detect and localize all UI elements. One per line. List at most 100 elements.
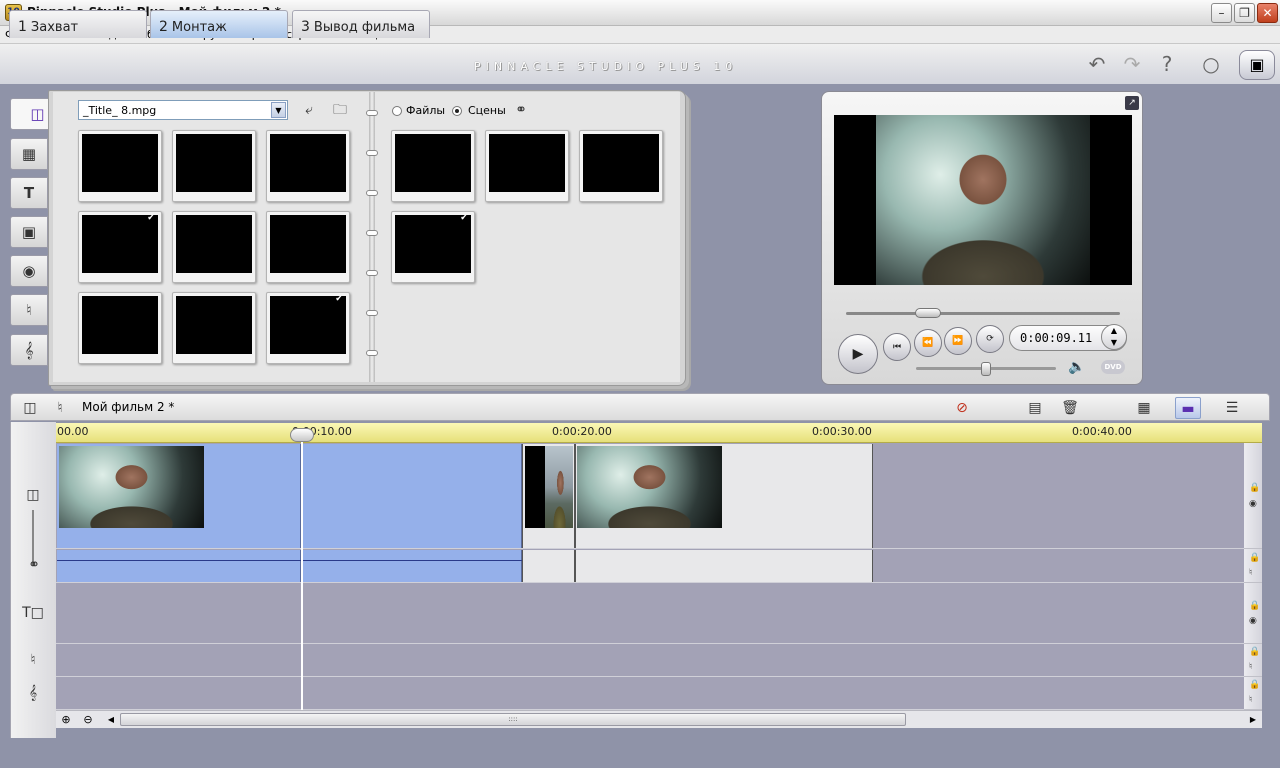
help-icon[interactable]: ? xyxy=(1155,52,1179,76)
fast-forward-icon[interactable]: ⏩ xyxy=(944,327,972,355)
comment-view-icon[interactable]: ⚭ xyxy=(511,101,531,119)
loop-icon[interactable]: ⟳ xyxy=(976,325,1004,353)
scene-thumbnail[interactable] xyxy=(579,130,663,202)
title-track-controls: 🔒 ◉ xyxy=(1244,583,1262,644)
playhead[interactable] xyxy=(301,431,303,710)
scene-thumbnail[interactable] xyxy=(266,211,350,283)
sound-effect-track[interactable] xyxy=(56,644,1244,677)
album-ring xyxy=(366,230,378,236)
timeline-scrollbar[interactable]: :::: xyxy=(120,713,906,726)
scrub-track[interactable] xyxy=(846,312,1120,315)
speaker-icon[interactable]: 🔈 xyxy=(1067,358,1087,376)
title-track[interactable] xyxy=(56,583,1244,644)
scene-thumbnail[interactable]: ✔ xyxy=(266,292,350,364)
disc-menus-icon[interactable]: ◉ xyxy=(10,255,48,287)
scene-thumbnail[interactable] xyxy=(391,130,475,202)
zoom-out-icon[interactable]: ⊖ xyxy=(80,712,96,728)
scrub-handle[interactable] xyxy=(915,308,942,318)
album-ring xyxy=(366,110,378,116)
album-ring xyxy=(366,270,378,276)
radio-files[interactable] xyxy=(392,106,402,116)
video-track-icon[interactable]: ◫ xyxy=(17,397,43,419)
speaker-icon[interactable]: ♮ xyxy=(1249,662,1252,672)
scroll-right-icon[interactable]: ▶ xyxy=(1245,712,1261,728)
scroll-left-icon[interactable]: ◀ xyxy=(103,712,119,728)
thumbnail-image xyxy=(270,215,346,273)
maximize-icon[interactable]: ❐ xyxy=(1234,3,1255,23)
transitions-icon[interactable]: ▦ xyxy=(10,138,48,170)
hint-bulb-icon[interactable]: ○ xyxy=(1199,52,1223,76)
eye-icon[interactable]: ◉ xyxy=(1249,499,1257,509)
preview-screen xyxy=(834,115,1132,285)
thumbnail-image xyxy=(176,215,252,273)
lock-icon[interactable]: 🔒 xyxy=(1249,553,1260,563)
scene-thumbnail[interactable] xyxy=(266,130,350,202)
audio-clip[interactable] xyxy=(575,550,873,582)
audio-volume-line xyxy=(57,560,522,561)
scene-thumbnail[interactable]: ✔ xyxy=(391,211,475,283)
ruler-tick: 0:00:20.00 xyxy=(552,425,612,438)
redo-icon[interactable]: ↷ xyxy=(1120,52,1144,76)
scene-thumbnail[interactable] xyxy=(485,130,569,202)
studio-box-icon[interactable]: ▣ xyxy=(1239,50,1275,80)
audio-volume-icon[interactable]: ⚭ xyxy=(22,556,46,574)
timecode-spinner[interactable]: ▲ ▼ xyxy=(1101,324,1127,350)
close-icon[interactable]: ✕ xyxy=(1257,3,1278,23)
lock-icon[interactable]: 🔒 xyxy=(1249,601,1260,611)
thumbnail-image xyxy=(176,296,252,354)
radio-scenes[interactable] xyxy=(452,106,462,116)
still-images-icon[interactable]: ▣ xyxy=(10,216,48,248)
audio-track-icon[interactable]: ♮ xyxy=(47,397,73,419)
razor-split-icon[interactable]: ⊘ xyxy=(949,397,975,419)
volume-handle[interactable] xyxy=(981,362,991,376)
eye-icon[interactable]: ◉ xyxy=(1249,616,1257,626)
rewind-icon[interactable]: ⏪ xyxy=(914,329,942,357)
fullscreen-icon[interactable]: ↗ xyxy=(1125,96,1139,110)
album-ring xyxy=(366,310,378,316)
scene-thumbnail[interactable] xyxy=(78,292,162,364)
timeline-view-icon[interactable]: ▬ xyxy=(1175,397,1201,419)
clip-thumbnail xyxy=(545,446,573,528)
titles-icon[interactable]: T xyxy=(10,177,48,209)
thumbnail-image xyxy=(176,134,252,192)
tab-capture[interactable]: 1 Захват xyxy=(9,10,147,38)
speaker-icon[interactable]: ♮ xyxy=(1249,695,1252,705)
speaker-icon[interactable]: ♮ xyxy=(1249,568,1252,578)
chevron-down-icon[interactable]: ▼ xyxy=(271,102,286,118)
lock-icon[interactable]: 🔒 xyxy=(1249,647,1260,657)
music-track[interactable] xyxy=(56,677,1244,710)
album-ring xyxy=(366,350,378,356)
trash-icon[interactable]: 🗑 xyxy=(1057,397,1083,419)
lock-icon[interactable]: 🔒 xyxy=(1249,680,1260,690)
storyboard-view-icon[interactable]: ▦ xyxy=(1131,397,1157,419)
album-ring xyxy=(366,150,378,156)
playhead-handle[interactable] xyxy=(290,428,314,442)
folder-up-icon[interactable]: ⤶ xyxy=(299,101,319,119)
scene-thumbnail[interactable] xyxy=(172,130,256,202)
music-icon: 𝄞 xyxy=(28,685,38,701)
tab-make-movie[interactable]: 3 Вывод фильма xyxy=(292,10,430,38)
undo-icon[interactable]: ↶ xyxy=(1085,52,1109,76)
audio-clip[interactable] xyxy=(522,550,575,582)
music-icon[interactable]: 𝄞 xyxy=(10,334,48,366)
play-icon[interactable]: ▶ xyxy=(838,334,878,374)
folder-icon[interactable]: 🗀 xyxy=(330,101,350,119)
scene-thumbnail[interactable]: ✔ xyxy=(78,211,162,283)
scene-thumbnail[interactable] xyxy=(78,130,162,202)
sound-effects-icon[interactable]: ♮ xyxy=(10,294,48,326)
dvd-badge[interactable]: DVD xyxy=(1101,360,1125,374)
tab-edit[interactable]: 2 Монтаж xyxy=(150,10,288,38)
clip-properties-icon[interactable]: ▤ xyxy=(1022,397,1048,419)
text-view-icon[interactable]: ☰ xyxy=(1219,397,1245,419)
minimize-icon[interactable]: – xyxy=(1211,3,1232,23)
go-to-start-icon[interactable]: ⏮ xyxy=(883,333,911,361)
zoom-in-icon[interactable]: ⊕ xyxy=(58,712,74,728)
video-clip[interactable] xyxy=(302,444,522,548)
scene-thumbnail[interactable] xyxy=(172,211,256,283)
audio-clip[interactable] xyxy=(57,550,301,582)
lock-icon[interactable]: 🔒 xyxy=(1249,483,1260,493)
radio-scenes-label: Сцены xyxy=(468,104,506,117)
audio-clip[interactable] xyxy=(302,550,522,582)
file-select[interactable]: _Title_ 8.mpg xyxy=(78,100,288,120)
scene-thumbnail[interactable] xyxy=(172,292,256,364)
